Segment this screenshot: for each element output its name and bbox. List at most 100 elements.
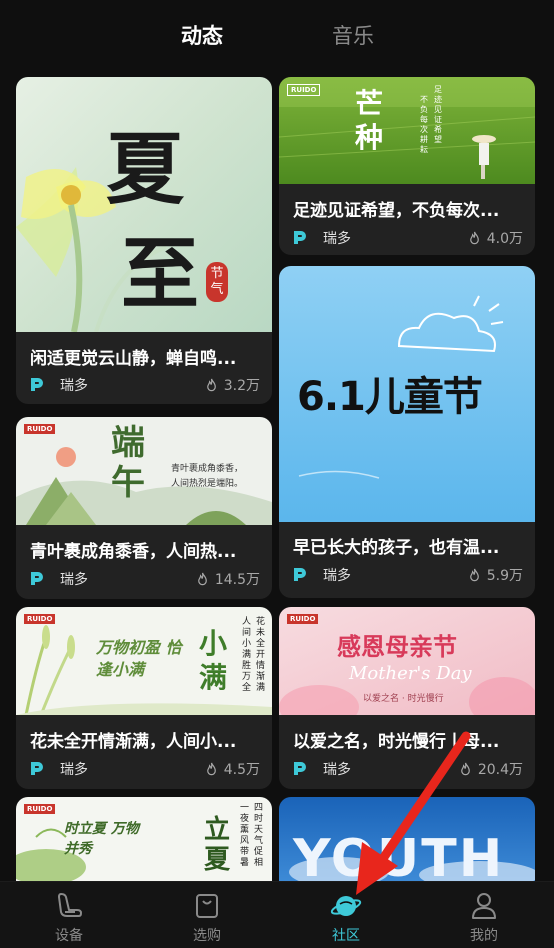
post-title: 花未全开情渐满，人间小... [30, 732, 237, 752]
mothers-day-subline: 以爱之名 · 时光慢行 [363, 694, 444, 704]
like-count[interactable]: 4.0万 [467, 228, 523, 248]
person-icon [472, 893, 496, 919]
brand-logo: RUIDO [24, 424, 56, 434]
like-count-value: 4.0万 [486, 231, 523, 247]
post-image: RUIDO 时立夏 万物并秀 立夏 四时天气促相 一夜薰风带暑 [16, 797, 272, 881]
poem-line-2: 不负每次耕耘 [420, 95, 428, 154]
post-card-summer-solstice[interactable]: 夏 至 节气 闲适更觉云山静，蝉自鸣... 瑞多 3.2万 [16, 77, 272, 404]
tab-music[interactable]: 音乐 [332, 20, 374, 50]
post-card-dragon-boat[interactable]: RUIDO 端午 青叶裹成角黍香， 人间热烈是端阳。 青叶裹成角黍香，人间热..… [16, 417, 272, 599]
mothers-day-title: 感恩母亲节 [337, 632, 457, 661]
author-name: 瑞多 [60, 572, 88, 588]
post-title: 闲适更觉云山静，蝉自鸣... [30, 349, 237, 369]
brand-logo-icon [294, 568, 306, 581]
nav-item-community[interactable]: 社区 [296, 882, 396, 948]
poem-line-1: 青叶裹成角黍香， [171, 464, 244, 474]
like-count[interactable]: 3.2万 [204, 375, 260, 395]
brand-logo-icon [294, 762, 306, 775]
poem-line-1: 四时天气促相 [254, 803, 264, 868]
post-meta: 瑞多 3.2万 [30, 374, 260, 396]
poem-line-1: 花未全开情渐满 [256, 617, 266, 693]
post-title: 早已长大的孩子，也有温... [293, 538, 500, 558]
post-title: 足迹见证希望，不负每次... [293, 201, 500, 221]
author-name: 瑞多 [323, 231, 351, 247]
author-name: 瑞多 [60, 762, 88, 778]
post-card-grain-buds[interactable]: RUIDO 万物初盈 恰逢小满 小满 花未全开情渐满 人间小满胜万全 花未全开情… [16, 607, 272, 789]
author-name: 瑞多 [323, 568, 351, 584]
post-card-childrens-day[interactable]: 6.1儿童节 早已长大的孩子，也有温... 瑞多 5.9万 [279, 266, 535, 598]
post-image: RUIDO 端午 青叶裹成角黍香， 人间热烈是端阳。 [16, 417, 272, 525]
poem-line-2: 一夜薰风带暑 [240, 803, 250, 868]
brand-logo: RUIDO [24, 614, 56, 624]
post-image: RUIDO 万物初盈 恰逢小满 小满 花未全开情渐满 人间小满胜万全 [16, 607, 272, 715]
post-card-mothers-day[interactable]: RUIDO 感恩母亲节 Mother's Day 以爱之名 · 时光慢行 以爱之… [279, 607, 535, 789]
post-meta: 瑞多 5.9万 [293, 564, 523, 586]
grain-in-ear-title: 芒种 [355, 87, 384, 154]
poem-line-1: 足迹见证希望 [434, 85, 442, 144]
post-card-start-of-summer[interactable]: RUIDO 时立夏 万物并秀 立夏 四时天气促相 一夜薰风带暑 [16, 797, 272, 881]
post-card-youth-day[interactable]: YOUTH [279, 797, 535, 881]
brand-logo: RUIDO [287, 84, 321, 96]
brand-logo-icon [294, 231, 306, 244]
nav-item-devices[interactable]: 设备 [19, 882, 119, 948]
post-meta: 瑞多 14.5万 [30, 568, 260, 590]
nav-label: 设备 [55, 928, 83, 944]
brand-logo-icon [31, 762, 43, 775]
poem-line-2: 人间热烈是端阳。 [171, 479, 244, 489]
app-root: 动态 音乐 夏 至 节气 闲适更觉云山静，蝉自鸣... 瑞多 3.2万 RUID… [0, 0, 554, 948]
like-count-value: 5.9万 [486, 568, 523, 584]
author-name: 瑞多 [60, 378, 88, 394]
post-card-grain-in-ear[interactable]: RUIDO 芒种 足迹见证希望 不负每次耕耘 足迹见证希望，不负每次... 瑞多… [279, 77, 535, 255]
like-count[interactable]: 14.5万 [195, 569, 260, 589]
nav-item-shop[interactable]: 选购 [157, 882, 257, 948]
post-image: 夏 至 节气 [16, 77, 272, 332]
brand-logo: RUIDO [287, 614, 319, 624]
like-count-value: 3.2万 [223, 378, 260, 394]
brand-logo-icon [31, 572, 43, 585]
flame-icon [206, 762, 216, 775]
bottom-nav-bar: 设备 选购 社区 我的 [0, 881, 554, 948]
solstice-char-2: 至 [121, 229, 200, 320]
nav-item-profile[interactable]: 我的 [434, 882, 534, 948]
car-seat-icon [58, 893, 82, 917]
childrens-day-title: 6.1儿童节 [297, 374, 483, 420]
flame-icon [460, 762, 470, 775]
solstice-char-1: 夏 [106, 124, 185, 215]
like-count-value: 14.5万 [214, 572, 260, 588]
post-meta: 瑞多 4.5万 [30, 758, 260, 780]
grain-buds-subtitle: 万物初盈 恰逢小满 [96, 638, 182, 679]
nav-label: 我的 [470, 928, 498, 944]
like-count[interactable]: 5.9万 [467, 565, 523, 585]
top-tab-bar: 动态 音乐 [0, 0, 554, 70]
start-of-summer-subtitle: 时立夏 万物并秀 [64, 821, 139, 857]
mothers-day-english: Mother's Day [349, 663, 472, 684]
post-meta: 瑞多 20.4万 [293, 758, 523, 780]
flame-icon [197, 572, 207, 585]
start-of-summer-title: 立夏 [204, 815, 231, 875]
grain-buds-title: 小满 [199, 627, 228, 694]
youth-cloud-text: YOUTH [293, 829, 505, 881]
dragon-boat-title: 端午 [111, 423, 145, 503]
flame-icon [469, 568, 479, 581]
post-image: RUIDO 芒种 足迹见证希望 不负每次耕耘 [279, 77, 535, 184]
tab-dynamic[interactable]: 动态 [181, 20, 223, 50]
post-title: 以爱之名，时光慢行丨母... [293, 732, 500, 752]
post-title: 青叶裹成角黍香，人间热... [30, 542, 237, 562]
post-image: RUIDO 感恩母亲节 Mother's Day 以爱之名 · 时光慢行 [279, 607, 535, 715]
poem-line-2: 人间小满胜万全 [242, 617, 252, 693]
shopping-bag-icon [196, 894, 218, 918]
brand-logo: RUIDO [24, 804, 56, 814]
post-image: YOUTH [279, 797, 535, 881]
planet-icon [330, 896, 362, 916]
like-count[interactable]: 4.5万 [204, 759, 260, 779]
nav-label: 社区 [332, 928, 360, 944]
like-count-value: 20.4万 [477, 762, 523, 778]
author-name: 瑞多 [323, 762, 351, 778]
post-meta: 瑞多 4.0万 [293, 227, 523, 249]
nav-label: 选购 [193, 928, 221, 944]
like-count[interactable]: 20.4万 [458, 759, 523, 779]
post-image: 6.1儿童节 [279, 266, 535, 522]
solar-term-seal: 节气 [206, 262, 228, 302]
flame-icon [469, 231, 479, 244]
brand-logo-icon [31, 378, 43, 391]
